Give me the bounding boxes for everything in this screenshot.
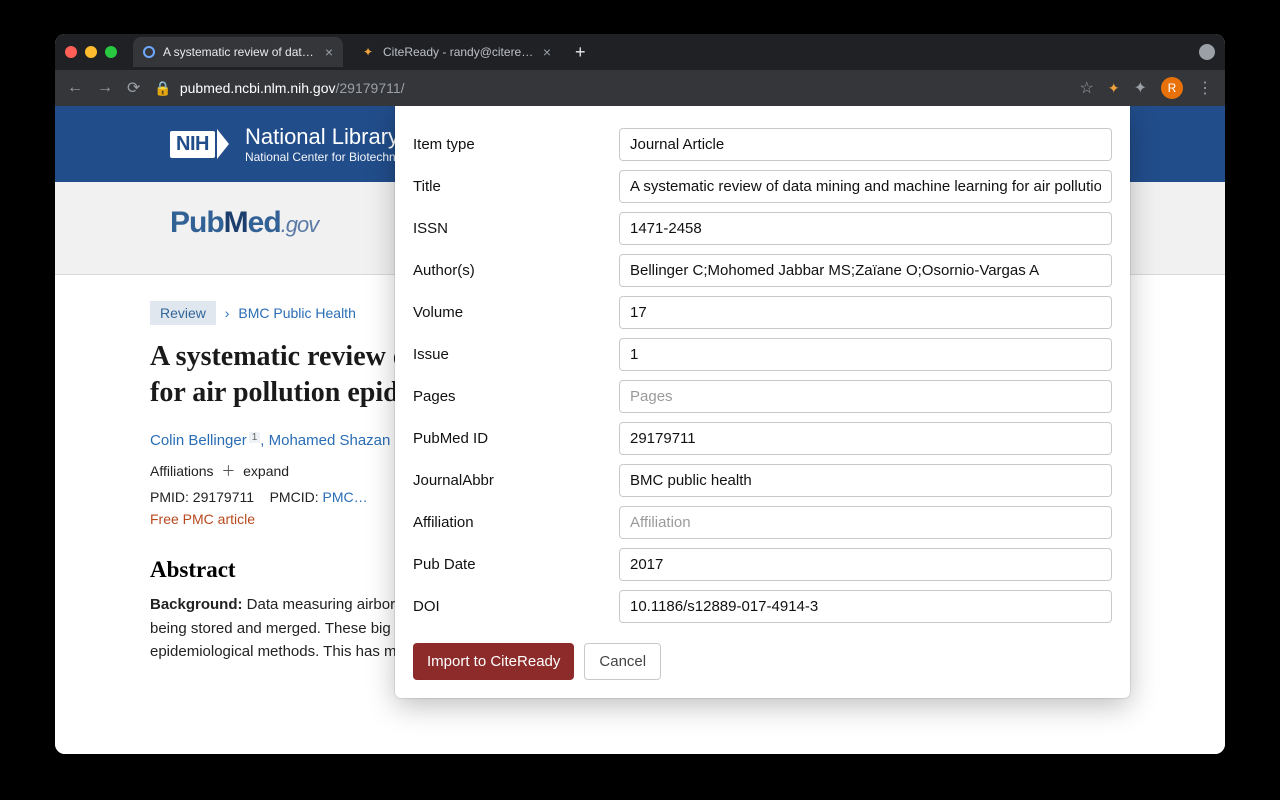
url-field[interactable]: 🔒 pubmed.ncbi.nlm.nih.gov/29179711/ <box>154 80 1065 97</box>
extensions-icon[interactable]: ✦ <box>1134 78 1147 98</box>
minimize-window-icon[interactable] <box>85 46 97 58</box>
field-input[interactable] <box>619 422 1112 455</box>
profile-avatar[interactable]: R <box>1161 77 1183 99</box>
plus-icon[interactable]: ＋ <box>221 463 235 479</box>
field-label: Title <box>413 178 603 195</box>
field-label: Issue <box>413 346 603 363</box>
field-input[interactable] <box>619 590 1112 623</box>
form-row: PubMed ID <box>413 422 1112 455</box>
field-label: Author(s) <box>413 262 603 279</box>
field-input[interactable] <box>619 506 1112 539</box>
close-tab-icon[interactable]: × <box>543 44 551 60</box>
field-label: DOI <box>413 598 603 615</box>
field-label: Affiliation <box>413 514 603 531</box>
field-label: ISSN <box>413 220 603 237</box>
field-label: PubMed ID <box>413 430 603 447</box>
field-input[interactable] <box>619 170 1112 203</box>
field-input[interactable] <box>619 380 1112 413</box>
new-tab-button[interactable]: + <box>569 42 592 63</box>
field-label: JournalAbbr <box>413 472 603 489</box>
form-row: Volume <box>413 296 1112 329</box>
field-input[interactable] <box>619 296 1112 329</box>
form-row: JournalAbbr <box>413 464 1112 497</box>
field-input[interactable] <box>619 254 1112 287</box>
field-input[interactable] <box>619 464 1112 497</box>
abstract-lead: Background: <box>150 596 243 613</box>
expand-link[interactable]: expand <box>243 463 289 479</box>
form-row: Issue <box>413 338 1112 371</box>
field-label: Pages <box>413 388 603 405</box>
field-label: Item type <box>413 136 603 153</box>
page-content: NIH National Library of Medicine Nationa… <box>55 106 1225 754</box>
close-window-icon[interactable] <box>65 46 77 58</box>
form-row: Pub Date <box>413 548 1112 581</box>
pmcid-link[interactable]: PMC… <box>322 489 367 505</box>
field-input[interactable] <box>619 548 1112 581</box>
nih-arrow-icon <box>217 129 229 159</box>
browser-tab-active[interactable]: A systematic review of data mi… × <box>133 37 343 67</box>
close-tab-icon[interactable]: × <box>325 44 333 60</box>
forward-button[interactable]: → <box>97 79 113 97</box>
form-row: DOI <box>413 590 1112 623</box>
bookmark-icon[interactable]: ☆ <box>1080 78 1094 98</box>
address-bar: ← → ⟳ 🔒 pubmed.ncbi.nlm.nih.gov/29179711… <box>55 70 1225 106</box>
form-row: Author(s) <box>413 254 1112 287</box>
tab-label: A systematic review of data mi… <box>163 45 317 59</box>
maximize-window-icon[interactable] <box>105 46 117 58</box>
browser-window: A systematic review of data mi… × ✦ Cite… <box>55 34 1225 754</box>
pubmed-logo-part: ed <box>248 206 281 239</box>
chevron-right-icon: › <box>220 305 235 321</box>
pmid-label: PMID: <box>150 489 189 505</box>
import-button[interactable]: Import to CiteReady <box>413 643 574 680</box>
back-button[interactable]: ← <box>67 79 83 97</box>
field-label: Volume <box>413 304 603 321</box>
pubmed-logo-part: .gov <box>281 212 319 237</box>
tab-label: CiteReady - randy@citeready.c… <box>383 45 535 59</box>
tab-bar: A systematic review of data mi… × ✦ Cite… <box>55 34 1225 70</box>
form-row: Title <box>413 170 1112 203</box>
browser-tab-inactive[interactable]: ✦ CiteReady - randy@citeready.c… × <box>351 37 561 67</box>
review-badge: Review <box>150 301 216 325</box>
affiliations-label: Affiliations <box>150 463 214 479</box>
nih-logo[interactable]: NIH <box>170 129 229 159</box>
form-row: Item type <box>413 128 1112 161</box>
pubmed-logo-part: M <box>224 206 248 239</box>
menu-icon[interactable]: ⋮ <box>1197 78 1213 98</box>
nih-logo-text: NIH <box>170 131 215 158</box>
pubmed-favicon-icon <box>143 46 155 58</box>
url-host: pubmed.ncbi.nlm.nih.gov <box>180 80 336 96</box>
url-path: /29179711/ <box>336 80 405 96</box>
lock-icon: 🔒 <box>154 80 171 97</box>
author-link[interactable]: Colin Bellinger <box>150 432 247 449</box>
pmcid-label: PMCID: <box>270 489 319 505</box>
field-input[interactable] <box>619 338 1112 371</box>
citeready-extension-icon[interactable]: ✦ <box>1108 80 1120 97</box>
window-controls <box>65 46 117 58</box>
field-input[interactable] <box>619 212 1112 245</box>
citeready-favicon-icon: ✦ <box>361 45 375 59</box>
profile-indicator-icon[interactable] <box>1199 44 1215 60</box>
form-row: ISSN <box>413 212 1112 245</box>
pmid-value: 29179711 <box>193 489 254 505</box>
form-row: Pages <box>413 380 1112 413</box>
field-input[interactable] <box>619 128 1112 161</box>
reload-button[interactable]: ⟳ <box>127 78 140 98</box>
cancel-button[interactable]: Cancel <box>584 643 661 680</box>
pubmed-logo-part: Pub <box>170 206 224 239</box>
form-row: Affiliation <box>413 506 1112 539</box>
journal-link[interactable]: BMC Public Health <box>238 305 356 321</box>
citeready-import-panel: Item type Title ISSN Author(s) Volume Issue Pa… <box>395 106 1130 698</box>
field-label: Pub Date <box>413 556 603 573</box>
author-sup: 1 <box>249 432 261 443</box>
